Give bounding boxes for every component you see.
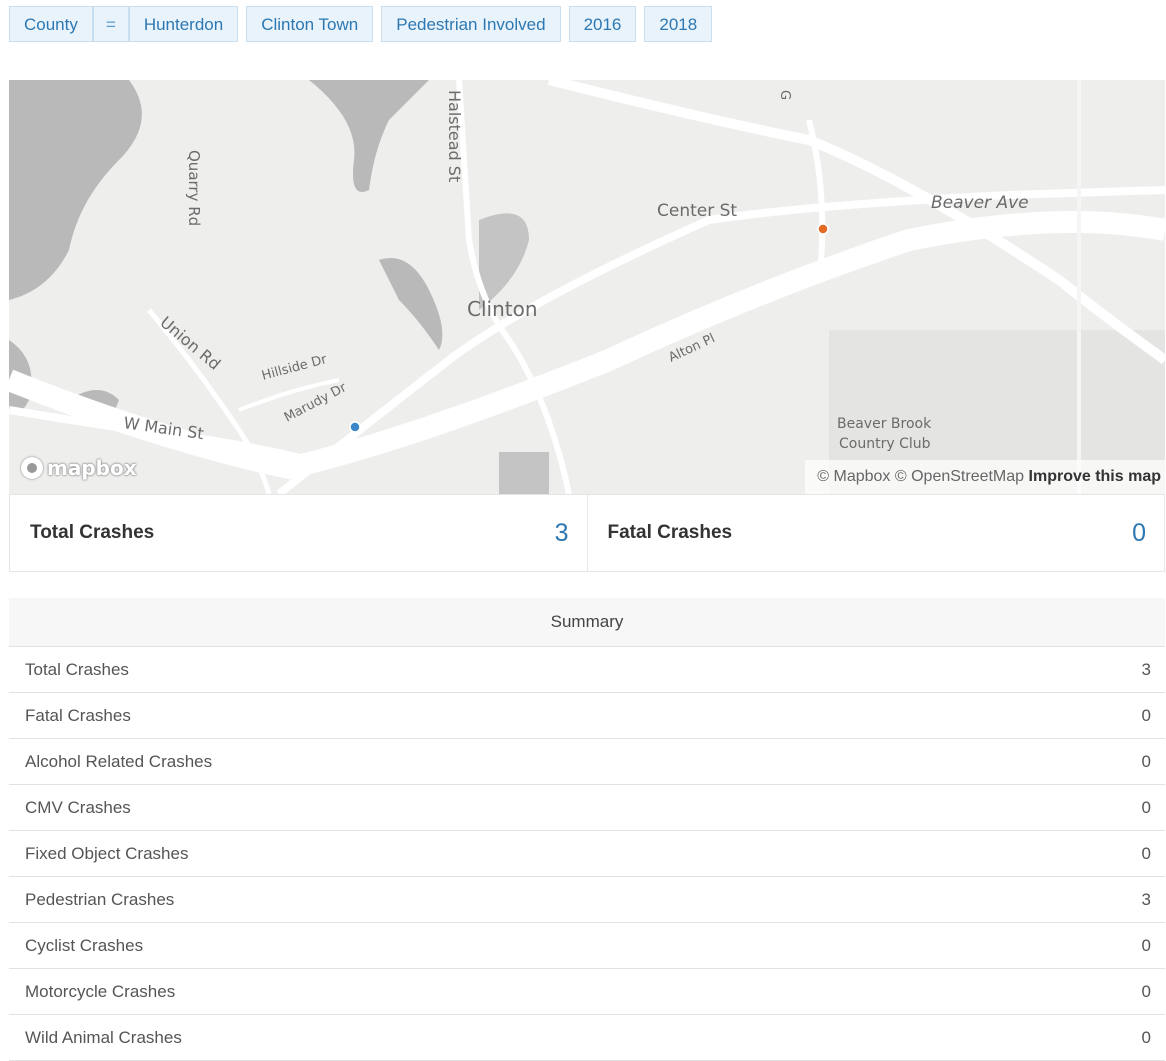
map-canvas[interactable]: Quarry Rd Halstead St Center St Beaver A… xyxy=(9,80,1165,494)
table-row: Fixed Object Crashes 0 xyxy=(9,830,1165,877)
map-label-center: Center St xyxy=(657,201,737,221)
map-attribution: © Mapbox © OpenStreetMap Improve this ma… xyxy=(805,460,1165,494)
stat-value: 0 xyxy=(1132,518,1146,547)
stat-value: 3 xyxy=(554,518,569,547)
table-row: Total Crashes 3 xyxy=(9,646,1165,693)
table-row: Wild Animal Crashes 0 xyxy=(9,1014,1165,1061)
map-label-beaver-ave: Beaver Ave xyxy=(931,193,1029,213)
row-value: 0 xyxy=(988,738,1165,785)
map-label-club-line2: Country Club xyxy=(839,436,931,452)
row-label: Cyclist Crashes xyxy=(9,922,989,969)
filter-field-chip[interactable]: County xyxy=(9,6,93,42)
row-label: Fatal Crashes xyxy=(9,692,989,739)
summary-table: Summary Total Crashes 3 Fatal Crashes 0 Al… xyxy=(9,598,1165,1061)
row-label: Alcohol Related Crashes xyxy=(9,738,989,785)
row-value: 0 xyxy=(988,692,1165,739)
table-row: CMV Crashes 0 xyxy=(9,784,1165,831)
row-label: Motorcycle Crashes xyxy=(9,968,989,1015)
mapbox-logo[interactable]: mapbox xyxy=(21,456,137,480)
map-label-route: G xyxy=(777,90,792,100)
filter-value-chip[interactable]: Hunterdon xyxy=(128,6,239,42)
table-row: Alcohol Related Crashes 0 xyxy=(9,738,1165,785)
attribution-text: © Mapbox © OpenStreetMap xyxy=(817,468,1025,485)
year-end-filter-chip[interactable]: 2018 xyxy=(644,6,713,42)
municipality-filter-chip[interactable]: Clinton Town xyxy=(246,6,374,42)
row-label: CMV Crashes xyxy=(9,784,989,831)
year-start-filter-chip[interactable]: 2016 xyxy=(568,6,637,42)
table-row: Motorcycle Crashes 0 xyxy=(9,968,1165,1015)
table-row: Pedestrian Crashes 3 xyxy=(9,876,1165,923)
filter-operator-chip[interactable]: = xyxy=(92,6,129,42)
table-row: Fatal Crashes 0 xyxy=(9,692,1165,739)
row-value: 3 xyxy=(988,646,1165,693)
water-body xyxy=(499,452,549,494)
crash-marker[interactable] xyxy=(349,421,361,433)
row-value: 0 xyxy=(988,1014,1165,1061)
total-crashes-card: Total Crashes 3 xyxy=(10,495,587,571)
summary-header: Summary xyxy=(9,598,1165,647)
fatal-crashes-card: Fatal Crashes 0 xyxy=(586,495,1165,571)
improve-map-link[interactable]: Improve this map xyxy=(1029,468,1161,485)
map-label-halstead: Halstead St xyxy=(445,90,464,182)
table-header-row: Summary xyxy=(9,598,1165,647)
stat-label: Fatal Crashes xyxy=(607,522,733,543)
row-label: Pedestrian Crashes xyxy=(9,876,989,923)
crash-marker[interactable] xyxy=(817,223,829,235)
map-label-club-line1: Beaver Brook xyxy=(837,416,932,432)
row-label: Wild Animal Crashes xyxy=(9,1014,989,1061)
row-value: 0 xyxy=(988,830,1165,877)
row-value: 0 xyxy=(988,922,1165,969)
county-filter[interactable]: County = Hunterdon xyxy=(9,6,239,44)
stats-bar: Total Crashes 3 Fatal Crashes 0 xyxy=(9,494,1165,572)
table-row: Cyclist Crashes 0 xyxy=(9,922,1165,969)
mapbox-logo-text: mapbox xyxy=(47,456,137,480)
row-value: 0 xyxy=(988,784,1165,831)
row-value: 0 xyxy=(988,968,1165,1015)
map-label-quarry: Quarry Rd xyxy=(185,150,203,226)
crash-map[interactable]: Quarry Rd Halstead St Center St Beaver A… xyxy=(9,80,1165,494)
map-label-clinton: Clinton xyxy=(467,297,538,321)
crash-type-filter-chip[interactable]: Pedestrian Involved xyxy=(381,6,561,42)
row-label: Total Crashes xyxy=(9,646,989,693)
filter-bar: County = Hunterdon Clinton Town Pedestri… xyxy=(9,6,713,44)
row-value: 3 xyxy=(988,876,1165,923)
stat-label: Total Crashes xyxy=(30,522,155,543)
mapbox-logo-icon xyxy=(21,457,43,479)
row-label: Fixed Object Crashes xyxy=(9,830,989,877)
